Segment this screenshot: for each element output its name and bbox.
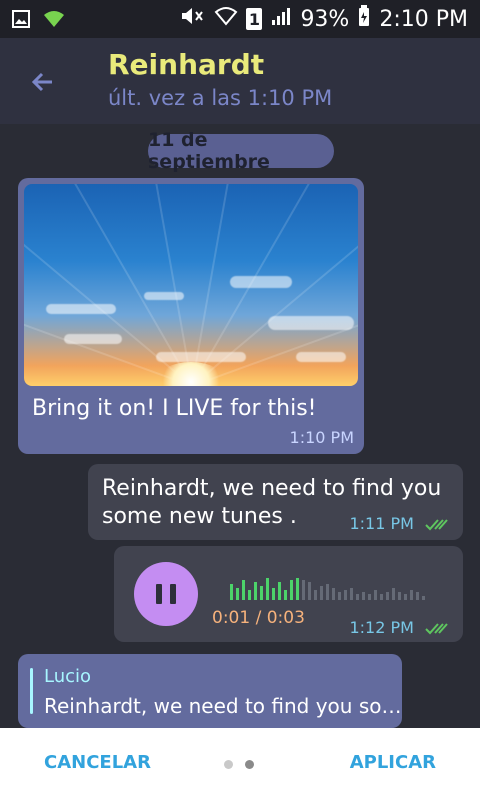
waveform-bar (302, 580, 305, 600)
mute-icon (180, 6, 206, 32)
double-check-icon (425, 518, 448, 530)
waveform-bar (230, 584, 233, 600)
waveform-bar (272, 588, 275, 600)
waveform-bar (308, 582, 311, 600)
voice-progress: 0:01 / 0:03 (212, 608, 305, 628)
cancel-button[interactable]: CANCELAR (44, 752, 151, 773)
waveform-bar (278, 582, 281, 600)
reply-author: Lucio (44, 666, 92, 687)
pause-button[interactable] (134, 562, 198, 626)
chat-area[interactable]: 11 de septiembre Bring it on! I LIVE for… (0, 124, 480, 728)
double-check-icon (425, 622, 448, 634)
waveform-bar (380, 594, 383, 600)
message-outgoing-text[interactable]: Reinhardt, we need to find you some new … (88, 464, 463, 540)
cloud (46, 304, 116, 314)
message-time: 1:10 PM (289, 428, 354, 447)
waveform-bar (422, 596, 425, 600)
page-indicator-dot-active (245, 760, 254, 769)
message-time-value: 1:11 PM (349, 514, 414, 533)
waveform-bar (350, 588, 353, 600)
back-button[interactable] (26, 66, 58, 98)
message-text-line-2: some new tunes . (102, 504, 297, 529)
message-incoming-reply[interactable]: Lucio Reinhardt, we need to find you so… (18, 654, 402, 728)
battery-icon (357, 5, 371, 33)
message-time: 1:11 PM (349, 514, 451, 533)
waveform-bar (344, 590, 347, 600)
cloud (296, 352, 346, 362)
waveform-bar (338, 592, 341, 600)
message-outgoing-voice[interactable]: 0:01 / 0:03 1:12 PM (114, 546, 463, 642)
message-text-line-1: Reinhardt, we need to find you (102, 476, 442, 501)
signal-icon (270, 6, 292, 32)
waveform-bar (314, 590, 317, 600)
message-incoming-photo[interactable]: Bring it on! I LIVE for this! 1:10 PM (18, 178, 364, 454)
waveform-bar (296, 578, 299, 600)
waveform-bar (374, 590, 377, 600)
status-right: 1 93% 2:10 PM (180, 5, 468, 33)
waveform-bar (254, 582, 257, 600)
message-photo[interactable] (24, 184, 358, 386)
status-bar: 1 93% 2:10 PM (0, 0, 480, 38)
waveform-bar (362, 592, 365, 600)
message-text: Bring it on! I LIVE for this! (32, 396, 317, 421)
message-time: 1:12 PM (349, 618, 451, 637)
back-arrow-icon (31, 72, 52, 92)
waveform-bar (416, 592, 419, 600)
cloud (144, 292, 184, 300)
waveform-bar (266, 578, 269, 600)
wifi-icon (214, 6, 238, 32)
cloud (156, 352, 246, 362)
voice-waveform[interactable] (230, 568, 450, 600)
waveform-bar (368, 594, 371, 600)
status-time: 2:10 PM (379, 6, 468, 32)
pause-icon (156, 584, 162, 604)
dialog-actions: CANCELAR APLICAR (0, 728, 480, 800)
status-left (12, 9, 66, 33)
waveform-bar (398, 592, 401, 600)
image-icon (12, 10, 30, 32)
sim-icon: 1 (246, 8, 263, 30)
waveform-bar (242, 580, 245, 600)
cloud (268, 316, 354, 330)
waveform-bar (236, 588, 239, 600)
waveform-bar (386, 592, 389, 600)
date-separator: 11 de septiembre (148, 129, 334, 173)
contact-name[interactable]: Reinhardt (108, 48, 264, 81)
wifi-icon (42, 9, 66, 33)
last-seen: últ. vez a las 1:10 PM (108, 86, 333, 110)
waveform-bar (332, 588, 335, 600)
waveform-bar (320, 586, 323, 600)
pause-icon (170, 584, 176, 604)
cloud (230, 276, 292, 288)
page-indicator-dot (224, 760, 233, 769)
chat-header: Reinhardt últ. vez a las 1:10 PM (0, 38, 480, 124)
battery-percent: 93% (300, 6, 350, 32)
waveform-bar (356, 594, 359, 600)
waveform-bar (404, 594, 407, 600)
waveform-bar (290, 580, 293, 600)
waveform-bar (326, 584, 329, 600)
apply-button[interactable]: APLICAR (350, 752, 436, 773)
cloud (64, 334, 122, 344)
waveform-bar (410, 590, 413, 600)
reply-quote: Reinhardt, we need to find you so… (44, 694, 402, 718)
message-time-value: 1:12 PM (349, 618, 414, 637)
waveform-bar (248, 590, 251, 600)
waveform-bar (392, 588, 395, 600)
waveform-bar (260, 586, 263, 600)
waveform-bar (284, 590, 287, 600)
reply-indicator (30, 668, 33, 714)
